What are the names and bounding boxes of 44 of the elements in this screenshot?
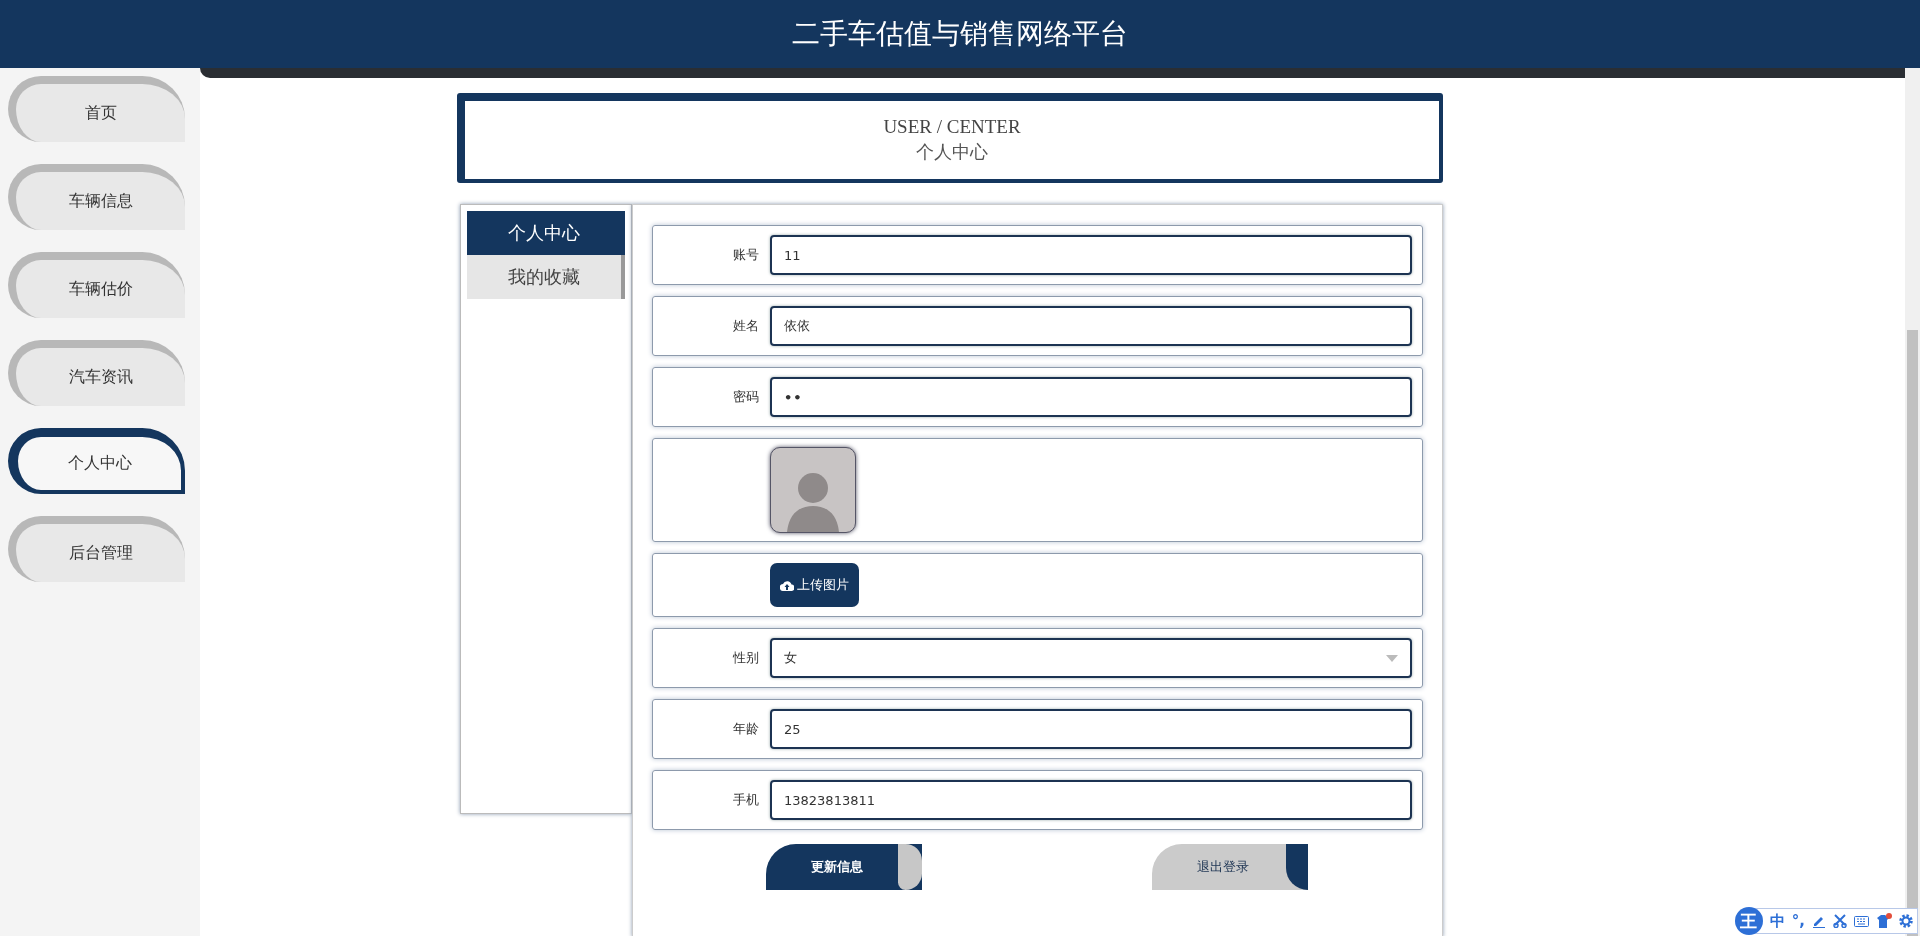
sidebar-item[interactable]: 汽车资讯: [8, 340, 185, 406]
sidebar-item[interactable]: 后台管理: [8, 516, 185, 582]
select-field[interactable]: 女: [770, 638, 1412, 678]
site-title: 二手车估值与销售网络平台: [792, 16, 1128, 52]
field-label: 年龄: [732, 720, 760, 738]
scrollbar[interactable]: [1905, 68, 1920, 936]
input-field[interactable]: 25: [770, 709, 1412, 749]
field-label: 账号: [732, 246, 760, 264]
shirt-icon[interactable]: [1876, 913, 1892, 929]
heading-english: USER / CENTER: [883, 116, 1021, 138]
sidebar-item[interactable]: 个人中心: [8, 428, 185, 494]
update-button[interactable]: 更新信息: [766, 844, 922, 890]
field-label: 姓名: [732, 317, 760, 335]
field-value: ••: [784, 389, 803, 405]
input-field[interactable]: 13823813811: [770, 780, 1412, 820]
heading-chinese: 个人中心: [916, 141, 988, 164]
ime-punctuation-toggle[interactable]: °,: [1791, 912, 1805, 930]
cloud-upload-icon: [780, 579, 794, 591]
field-label: 性别: [732, 649, 760, 667]
field-value: 11: [784, 247, 801, 263]
input-field[interactable]: 依依: [770, 306, 1412, 346]
tab[interactable]: 个人中心: [467, 211, 625, 255]
ime-mode-toggle[interactable]: 中: [1769, 911, 1785, 931]
sidebar-item[interactable]: 车辆信息: [8, 164, 185, 230]
scrollbar-thumb[interactable]: [1907, 330, 1918, 936]
field-value: 25: [784, 721, 801, 737]
dropdown-arrow-icon: [1386, 654, 1398, 662]
ime-logo[interactable]: 王: [1734, 907, 1763, 935]
field-label: 密码: [732, 388, 760, 406]
sidebar-item[interactable]: 车辆估价: [8, 252, 185, 318]
keyboard-icon[interactable]: [1854, 915, 1869, 927]
pen-icon[interactable]: [1812, 914, 1826, 928]
upload-button[interactable]: 上传图片: [770, 563, 859, 607]
field-value: 依依: [784, 317, 810, 335]
field-value: 13823813811: [784, 792, 875, 808]
sidebar-item[interactable]: 首页: [8, 76, 185, 142]
input-field[interactable]: ••: [770, 377, 1412, 417]
input-field[interactable]: 11: [770, 235, 1412, 275]
settings-icon[interactable]: [1899, 914, 1913, 928]
scissors-icon[interactable]: [1833, 914, 1847, 928]
field-value: 女: [784, 649, 797, 667]
field-label: 手机: [732, 791, 760, 809]
tab[interactable]: 我的收藏: [467, 255, 625, 299]
logout-button[interactable]: 退出登录: [1152, 844, 1308, 890]
